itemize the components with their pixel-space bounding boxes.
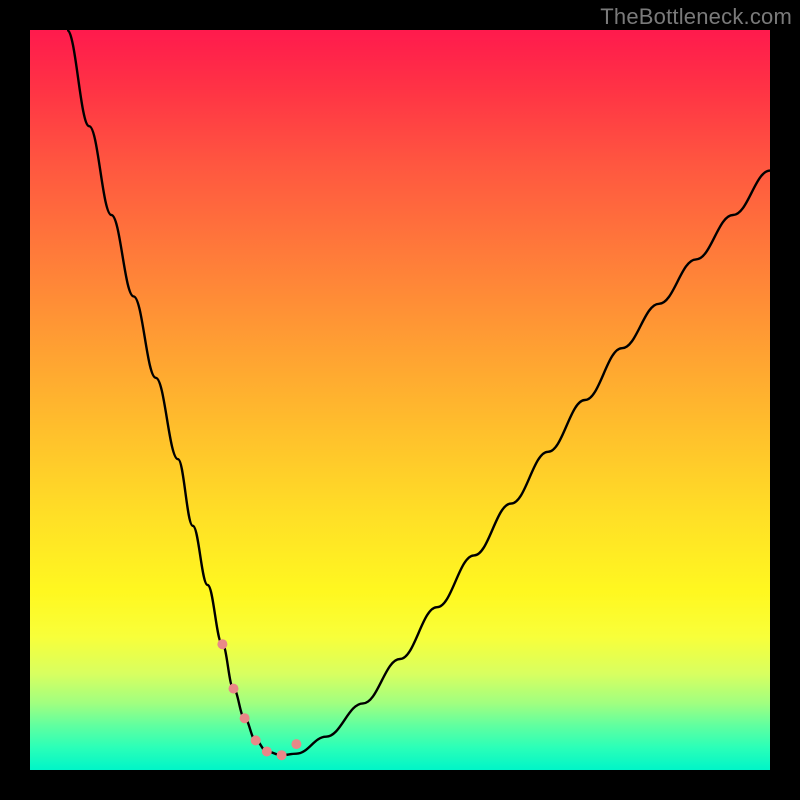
highlight-dot (240, 713, 250, 723)
bottleneck-curve (67, 30, 770, 755)
chart-frame: TheBottleneck.com (0, 0, 800, 800)
plot-area (30, 30, 770, 770)
highlight-dot (251, 735, 261, 745)
highlight-dot (277, 750, 287, 760)
watermark-text: TheBottleneck.com (600, 4, 792, 30)
highlight-dot (217, 639, 227, 649)
highlight-dot (262, 747, 272, 757)
curve-layer (30, 30, 770, 770)
highlight-dot (291, 739, 301, 749)
highlight-dots (217, 639, 301, 760)
highlight-dot (229, 684, 239, 694)
